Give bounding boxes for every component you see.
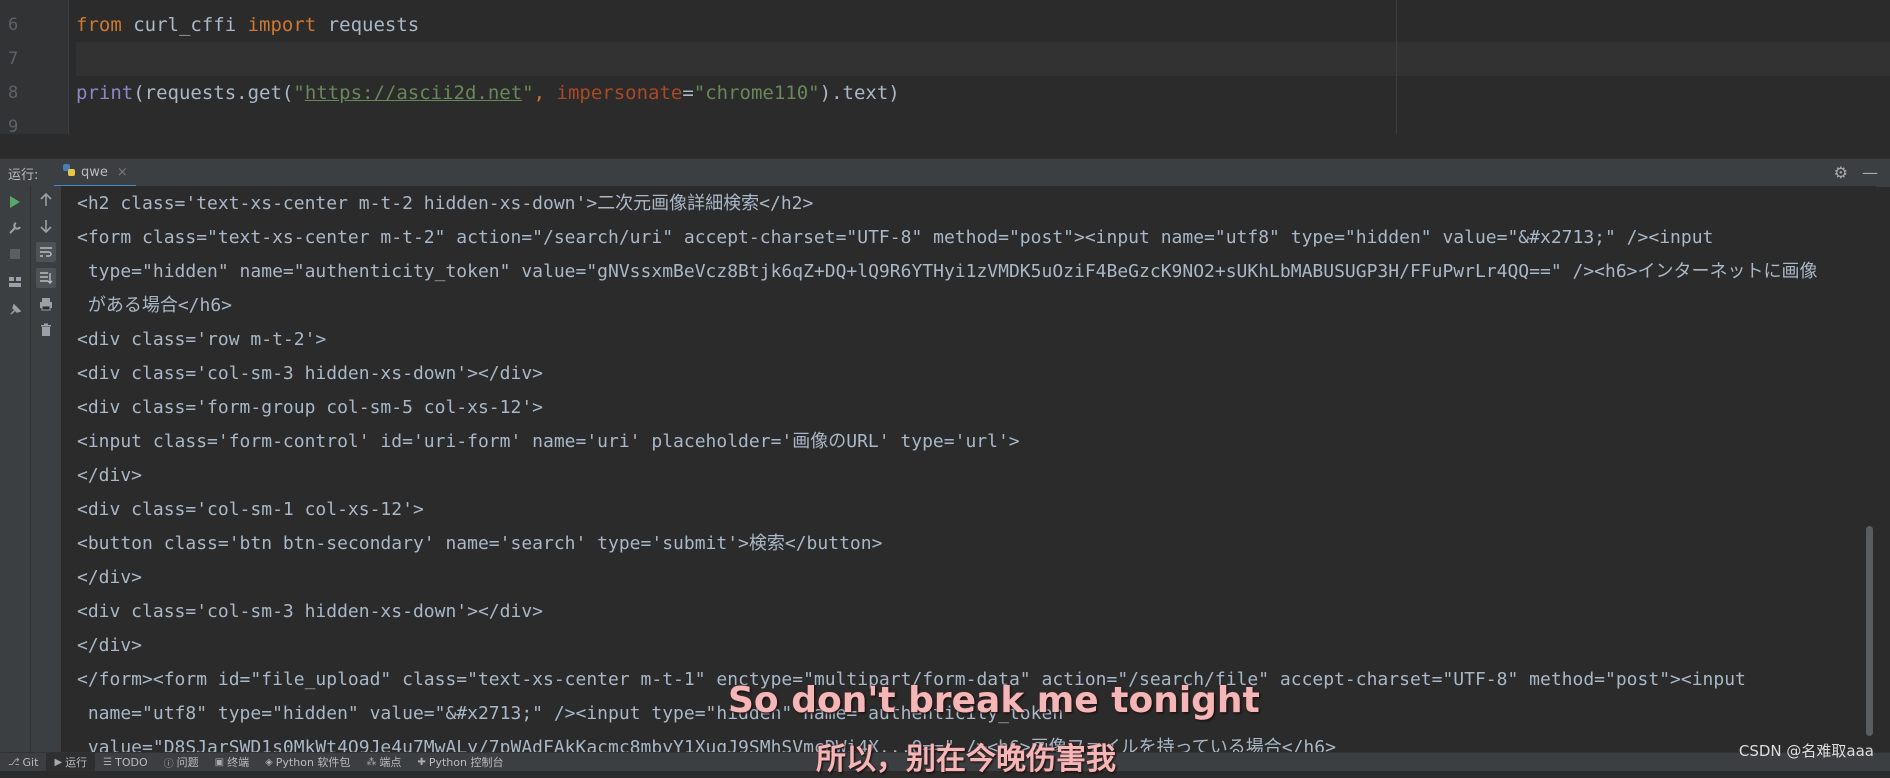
statusbar-label: Python 控制台 [428, 756, 504, 769]
line-number-gutter: 6 7 8 9 [0, 0, 69, 134]
statusbar-label: Git [22, 755, 39, 769]
equals-sign: = [682, 82, 694, 104]
package-icon: ◈ [265, 756, 273, 768]
arrow-up-icon[interactable] [36, 190, 56, 210]
stop-icon[interactable] [5, 244, 25, 264]
console-line: <div class='col-sm-3 hidden-xs-down'></d… [77, 601, 543, 622]
run-tab-qwe[interactable]: qwe × [54, 159, 136, 188]
console-line: <div class='col-sm-1 col-xs-12'> [77, 499, 424, 520]
soft-wrap-icon[interactable] [36, 242, 56, 262]
statusbar-python-console[interactable]: ✚ Python 控制台 [409, 753, 511, 771]
code-text: ).text) [819, 82, 900, 104]
run-label: 运行: [8, 168, 39, 183]
identifier: requests [316, 14, 420, 36]
keyword: import [247, 14, 317, 36]
code-line[interactable]: print(requests.get("https://ascii2d.net"… [76, 76, 1890, 110]
editor-scrollbar[interactable] [1872, 0, 1880, 134]
keyword-argument: impersonate [556, 82, 683, 104]
console-line: </div> [77, 567, 143, 588]
statusbar-label: 运行 [65, 756, 88, 769]
statusbar-terminal[interactable]: ▣ 终端 [207, 753, 257, 771]
console-line: </div> [77, 465, 143, 486]
right-margin-guide [1396, 0, 1397, 134]
comma: , [533, 82, 557, 104]
scroll-to-end-icon[interactable] [36, 268, 56, 288]
keyword: from [76, 14, 122, 36]
statusbar-label: TODO [115, 755, 148, 769]
statusbar-endpoints[interactable]: ⁂ 端点 [358, 753, 409, 771]
statusbar-label: 终端 [227, 756, 250, 769]
line-number: 7 [8, 49, 19, 69]
watermark: CSDN @名难取aaa [1738, 742, 1874, 760]
code-line[interactable]: from curl_cffi import requests [76, 8, 1890, 42]
scrollbar-thumb[interactable] [1866, 526, 1873, 736]
statusbar-todo[interactable]: ☰ TODO [95, 753, 155, 771]
run-toolbar [0, 186, 31, 752]
terminal-icon: ▣ [214, 756, 225, 768]
console-line: <input class='form-control' id='uri-form… [77, 431, 1020, 452]
subtitle-chinese: 所以，别在今晚伤害我 [816, 742, 1116, 777]
console-scrollbar[interactable] [1862, 186, 1876, 752]
console-line: <div class='col-sm-3 hidden-xs-down'></d… [77, 363, 543, 384]
console-line: <button class='btn btn-secondary' name='… [77, 533, 883, 554]
python-icon [62, 163, 76, 181]
statusbar-git[interactable]: ⎇ Git [0, 753, 46, 771]
list-icon: ☰ [103, 756, 113, 768]
quote: " [293, 82, 305, 104]
layout-icon[interactable] [5, 272, 25, 292]
minimize-icon[interactable]: — [1862, 163, 1878, 182]
statusbar-run[interactable]: ▶ 运行 [46, 753, 96, 771]
tab-label: qwe [81, 164, 108, 180]
statusbar-python-packages[interactable]: ◈ Python 软件包 [257, 753, 358, 771]
code-text: (requests.get( [133, 82, 294, 104]
gear-icon[interactable]: ⚙ [1834, 163, 1848, 182]
trash-icon[interactable] [36, 320, 56, 340]
statusbar-label: 问题 [176, 756, 199, 769]
console-line: がある場合</h6> [77, 295, 233, 316]
console-line: <div class='row m-t-2'> [77, 329, 327, 350]
console-output[interactable]: <h2 class='text-xs-center m-t-2 hidden-x… [62, 186, 1876, 752]
line-number: 8 [8, 83, 19, 103]
string-literal: "chrome110" [693, 82, 820, 104]
url-link[interactable]: https://ascii2d.net [305, 82, 522, 104]
info-icon: ⓘ [163, 758, 174, 770]
endpoints-icon: ⁂ [366, 756, 377, 768]
print-icon[interactable] [36, 294, 56, 314]
run-toolwindow-header: 运行: qwe × ⚙ — [0, 158, 1890, 188]
quote: " [522, 82, 534, 104]
git-branch-icon: ⎇ [8, 756, 20, 768]
code-editor[interactable]: 6 7 8 9 from curl_cffi import requests p… [0, 0, 1890, 134]
console-line: <div class='form-group col-sm-5 col-xs-1… [77, 397, 543, 418]
rerun-icon[interactable] [5, 192, 25, 212]
code-line-current[interactable] [76, 42, 1890, 76]
console-line: value="D8SJarSWD1s0MkWt4O9Je4u7MwALy/7pW… [77, 737, 1336, 752]
pin-icon[interactable] [5, 300, 25, 320]
wrench-icon[interactable] [5, 218, 25, 238]
console-line: </div> [77, 635, 143, 656]
module-name: curl_cffi [121, 14, 248, 36]
line-number: 9 [8, 117, 19, 134]
line-number: 6 [8, 15, 19, 35]
arrow-down-icon[interactable] [36, 216, 56, 236]
console-line: <h2 class='text-xs-center m-t-2 hidden-x… [77, 193, 814, 214]
python-console-icon: ✚ [417, 756, 426, 768]
console-line: <form class="text-xs-center m-t-2" actio… [77, 227, 1714, 248]
console-line: type="hidden" name="authenticity_token" … [77, 261, 1818, 282]
run-icon: ▶ [54, 756, 63, 768]
statusbar-label: Python 软件包 [275, 756, 351, 769]
console-toolbar [31, 186, 62, 752]
statusbar-problems[interactable]: ⓘ 问题 [156, 753, 207, 771]
close-icon[interactable]: × [117, 165, 128, 180]
subtitle-english: So don't break me tonight [728, 680, 1260, 721]
builtin-function: print [76, 82, 134, 104]
statusbar-label: 端点 [379, 756, 402, 769]
